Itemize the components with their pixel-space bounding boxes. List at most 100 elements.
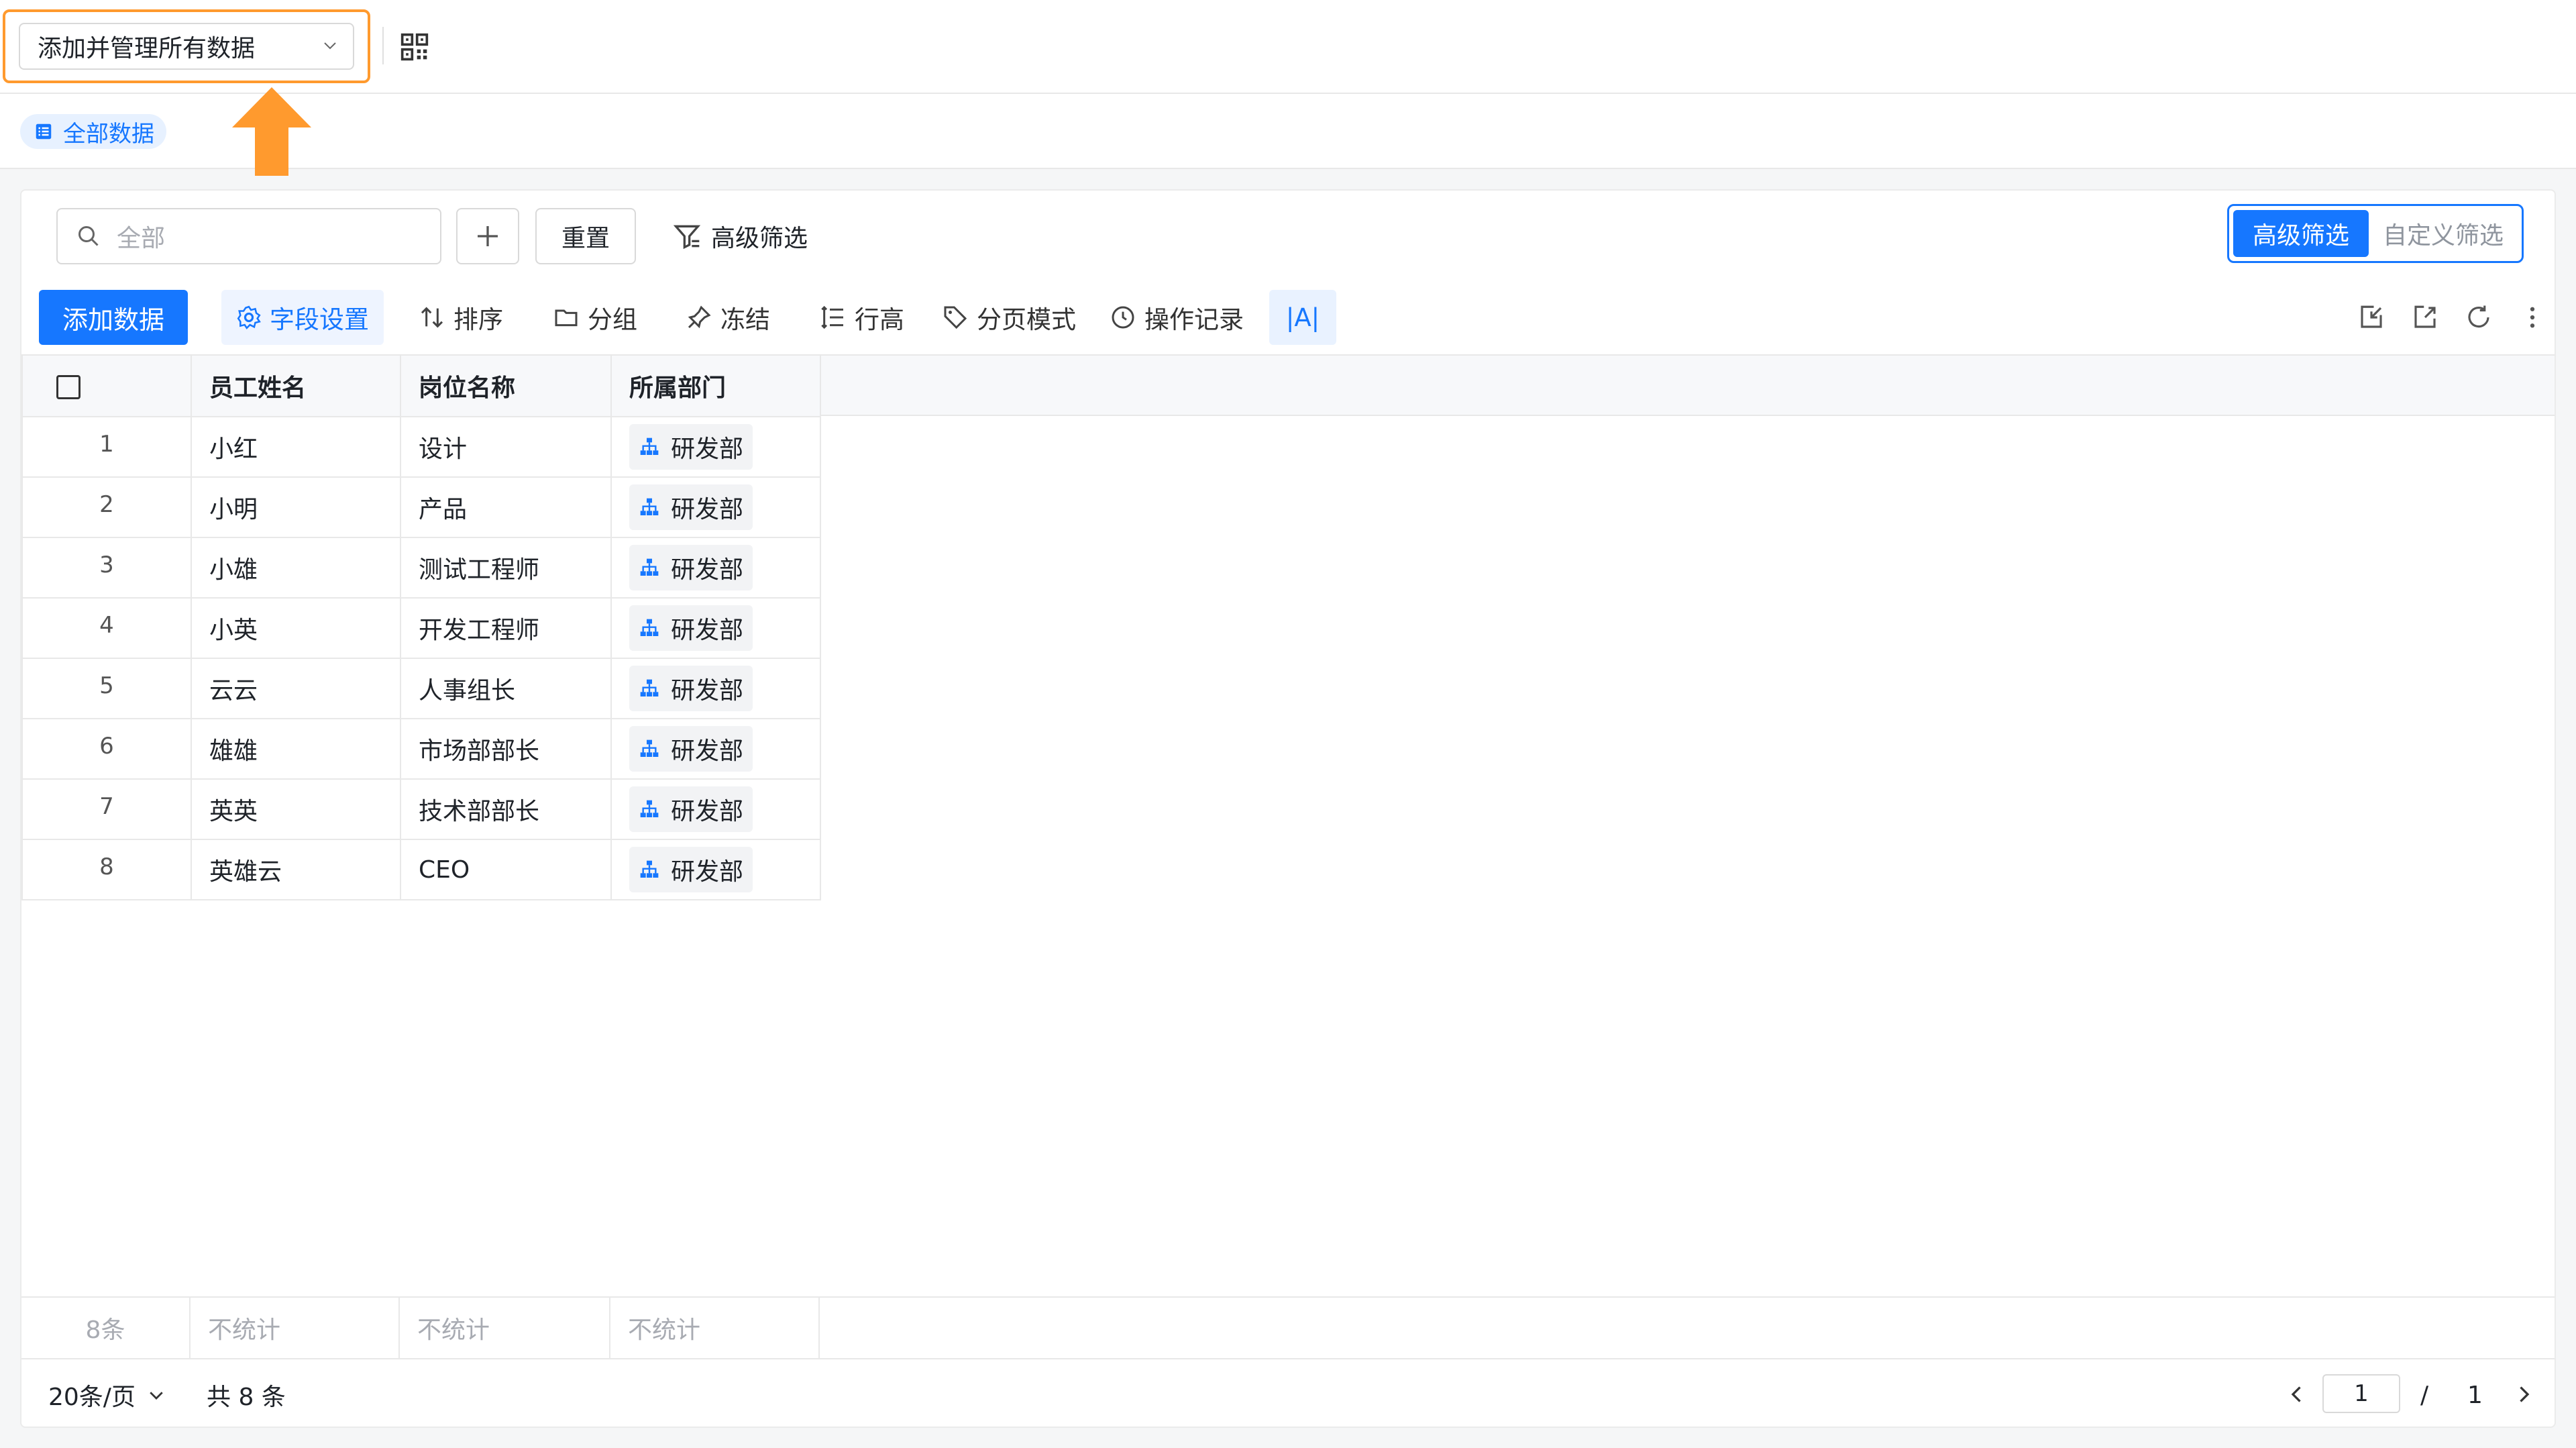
cell-name[interactable]: 雄雄 (191, 718, 401, 780)
add-data-button[interactable]: 添加数据 (39, 290, 188, 345)
more-icon[interactable] (2518, 303, 2546, 331)
row-index: 6 (21, 718, 192, 780)
cell-position[interactable]: 测试工程师 (400, 537, 612, 599)
department-tag: 研发部 (629, 424, 753, 470)
cell-position[interactable]: 设计 (400, 416, 612, 478)
group-label: 分组 (588, 305, 637, 334)
org-chart-icon (640, 558, 659, 576)
cell-name[interactable]: 小红 (191, 416, 401, 478)
tab-all-data[interactable]: 全部数据 (20, 114, 166, 149)
cell-department[interactable]: 研发部 (610, 537, 821, 599)
department-label: 研发部 (671, 435, 744, 463)
pagination-mode-label: 分页模式 (977, 305, 1076, 334)
cell-position[interactable]: 技术部部长 (400, 778, 612, 840)
chevron-right-icon[interactable] (2512, 1382, 2536, 1406)
advanced-filter-button[interactable]: 高级筛选 (672, 208, 808, 264)
view-select[interactable]: 添加并管理所有数据 (19, 23, 354, 70)
department-label: 研发部 (671, 556, 744, 584)
cell-name[interactable]: 小英 (191, 597, 401, 659)
view-select-label: 添加并管理所有数据 (38, 35, 256, 62)
org-chart-icon (640, 679, 659, 696)
toggle-custom-filter[interactable]: 自定义筛选 (2369, 210, 2518, 257)
history-button[interactable]: 操作记录 (1110, 290, 1244, 345)
cell-name[interactable]: 云云 (191, 658, 401, 719)
import-icon[interactable] (2357, 303, 2385, 331)
row-height-icon (821, 305, 843, 329)
add-filter-button[interactable] (456, 208, 519, 264)
data-table-card: 全部 重置 高级筛选 高级筛选 自定义筛选 添加数据 字段设置 排序 分组 冻结 (20, 189, 2556, 1428)
row-index: 2 (21, 476, 192, 538)
cell-name[interactable]: 小明 (191, 476, 401, 538)
department-tag: 研发部 (629, 726, 753, 772)
cell-department[interactable]: 研发部 (610, 658, 821, 719)
table-row[interactable]: 6 雄雄 市场部部长 研发部 (21, 718, 821, 780)
org-chart-icon (640, 739, 659, 757)
data-table: 员工姓名 岗位名称 所属部门 1 小红 设计 研发部 2 小明 产品 研发部 3… (21, 354, 821, 900)
column-header-position[interactable]: 岗位名称 (400, 354, 612, 417)
cell-department[interactable]: 研发部 (610, 718, 821, 780)
chevron-down-icon (150, 1392, 163, 1400)
org-chart-icon (640, 437, 659, 455)
qr-code-icon[interactable] (400, 32, 429, 62)
table-row[interactable]: 8 英雄云 CEO 研发部 (21, 839, 821, 900)
search-placeholder: 全部 (117, 225, 166, 252)
table-row[interactable]: 5 云云 人事组长 研发部 (21, 658, 821, 719)
page-number-input[interactable]: 1 (2322, 1374, 2400, 1413)
total-pages: 1 (2467, 1381, 2483, 1409)
cell-department[interactable]: 研发部 (610, 416, 821, 478)
select-all-checkbox[interactable] (56, 374, 80, 399)
table-row[interactable]: 2 小明 产品 研发部 (21, 476, 821, 538)
table-row[interactable]: 7 英英 技术部部长 研发部 (21, 778, 821, 840)
cell-name[interactable]: 小雄 (191, 537, 401, 599)
summary-department[interactable]: 不统计 (610, 1298, 820, 1358)
cell-department[interactable]: 研发部 (610, 778, 821, 840)
column-header-name[interactable]: 员工姓名 (191, 354, 401, 417)
summary-name[interactable]: 不统计 (191, 1298, 400, 1358)
cell-position[interactable]: 市场部部长 (400, 718, 612, 780)
export-icon[interactable] (2411, 303, 2439, 331)
table-row[interactable]: 3 小雄 测试工程师 研发部 (21, 537, 821, 599)
table-row[interactable]: 4 小英 开发工程师 研发部 (21, 597, 821, 659)
sort-button[interactable]: 排序 (419, 290, 503, 345)
row-index: 8 (21, 839, 192, 900)
cell-department[interactable]: 研发部 (610, 597, 821, 659)
row-index: 4 (21, 597, 192, 659)
toggle-advanced-filter[interactable]: 高级筛选 (2233, 210, 2369, 257)
search-input[interactable]: 全部 (56, 208, 441, 264)
cell-position[interactable]: 开发工程师 (400, 597, 612, 659)
summary-position[interactable]: 不统计 (400, 1298, 610, 1358)
pagination-divider (21, 1358, 2555, 1359)
row-height-button[interactable]: 行高 (820, 290, 904, 345)
view-tab-bar: 全部数据 (0, 94, 2576, 169)
cell-name[interactable]: 英英 (191, 778, 401, 840)
sort-icon (421, 307, 443, 328)
page-size-select[interactable]: 20条/页 (48, 1372, 166, 1418)
chevron-left-icon[interactable] (2285, 1382, 2309, 1406)
row-index: 5 (21, 658, 192, 719)
org-chart-icon (640, 800, 659, 817)
arrow-up-indicator-icon (232, 87, 311, 176)
reset-button[interactable]: 重置 (535, 208, 636, 264)
page-separator: / (2420, 1381, 2429, 1409)
refresh-icon[interactable] (2465, 303, 2493, 331)
group-button[interactable]: 分组 (553, 290, 637, 345)
freeze-button[interactable]: 冻结 (686, 290, 770, 345)
cell-department[interactable]: 研发部 (610, 476, 821, 538)
cell-name[interactable]: 英雄云 (191, 839, 401, 900)
field-settings-button[interactable]: 字段设置 (221, 290, 384, 345)
cell-department[interactable]: 研发部 (610, 839, 821, 900)
department-label: 研发部 (671, 737, 744, 765)
department-tag: 研发部 (629, 484, 753, 530)
text-style-button[interactable]: |A| (1269, 290, 1336, 345)
org-chart-icon (640, 498, 659, 515)
top-bar: 添加并管理所有数据 (0, 0, 2576, 94)
cell-position[interactable]: 产品 (400, 476, 612, 538)
department-tag: 研发部 (629, 545, 753, 590)
summary-count: 8条 (21, 1298, 191, 1358)
pin-icon (688, 305, 711, 329)
cell-position[interactable]: CEO (400, 839, 612, 900)
pagination-mode-button[interactable]: 分页模式 (942, 290, 1076, 345)
cell-position[interactable]: 人事组长 (400, 658, 612, 719)
column-header-department[interactable]: 所属部门 (610, 354, 821, 417)
table-row[interactable]: 1 小红 设计 研发部 (21, 416, 821, 478)
